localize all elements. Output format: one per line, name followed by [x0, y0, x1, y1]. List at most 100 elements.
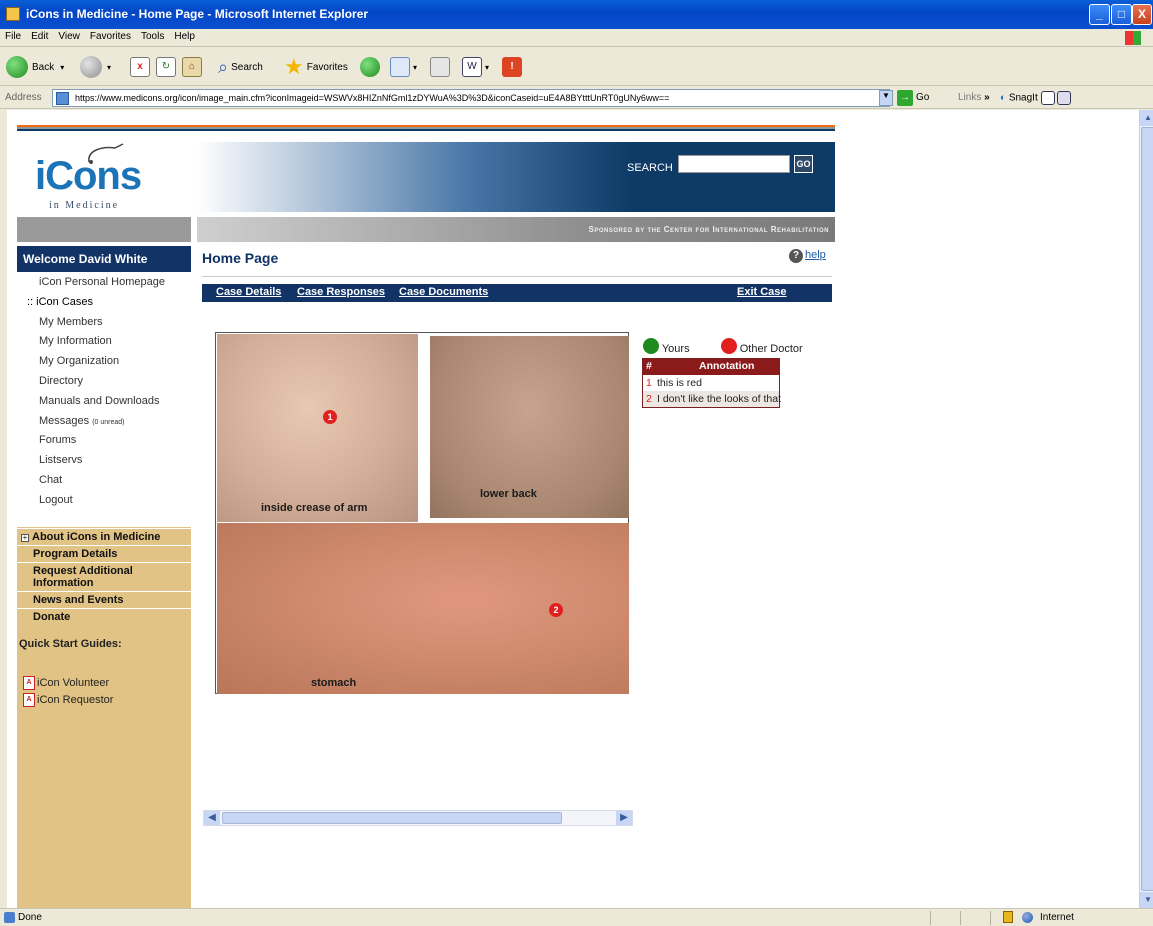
menu-edit[interactable]: Edit: [26, 29, 53, 44]
links-label[interactable]: Links »: [958, 92, 990, 103]
scroll-down-icon[interactable]: ▼: [1140, 892, 1153, 908]
history-button[interactable]: [360, 54, 380, 80]
sidebar-section-donate[interactable]: Donate: [17, 608, 191, 625]
print-button[interactable]: [430, 54, 450, 80]
annotation-marker-2[interactable]: 2: [549, 603, 563, 617]
close-button[interactable]: X: [1132, 4, 1152, 25]
forward-button[interactable]: ▾: [80, 54, 111, 80]
sidebar-section-request-info[interactable]: Request Additional Information: [17, 562, 191, 591]
sidebar-item-my-organization[interactable]: My Organization: [17, 355, 191, 375]
dropdown-arrow-icon[interactable]: ▾: [413, 63, 417, 72]
snagit-button[interactable]: ◐ SnagIt: [1000, 91, 1072, 105]
expand-icon[interactable]: +: [21, 534, 29, 542]
icons-logo[interactable]: iCons in Medicine: [35, 143, 175, 212]
discuss-button[interactable]: !: [502, 54, 522, 80]
dropdown-arrow-icon[interactable]: ▾: [485, 63, 489, 72]
maximize-button[interactable]: □: [1111, 4, 1132, 25]
scroll-up-icon[interactable]: ▲: [1140, 110, 1153, 126]
sidebar-nav: iCon Personal Homepage :: iCon Cases My …: [17, 272, 191, 527]
menu-tools[interactable]: Tools: [136, 29, 169, 44]
scroll-right-icon[interactable]: ▶: [616, 811, 632, 825]
table-row[interactable]: 2 I don't like the looks of that: [643, 391, 781, 407]
annotation-table: # Annotation 1 this is red 2 I don't lik…: [642, 358, 781, 408]
help-link[interactable]: ? help: [789, 249, 826, 263]
photo-arm[interactable]: 1 inside crease of arm: [217, 334, 418, 522]
sidebar-section-about[interactable]: + About iCons in Medicine: [17, 528, 191, 545]
snagit-label: SnagIt: [1008, 92, 1038, 104]
case-responses-link[interactable]: Case Responses: [297, 286, 385, 298]
minimize-button[interactable]: _: [1089, 4, 1110, 25]
window-title-bar[interactable]: iCons in Medicine - Home Page - Microsof…: [0, 0, 1153, 29]
annotation-marker-1[interactable]: 1: [323, 410, 337, 424]
sidebar-section-news-events[interactable]: News and Events: [17, 591, 191, 608]
alert-icon: !: [502, 57, 522, 77]
magnifier-icon: ⌕: [218, 56, 229, 77]
mail-button[interactable]: ▾: [390, 54, 417, 80]
home-icon: ⌂: [182, 57, 202, 77]
dropdown-arrow-icon[interactable]: ▾: [60, 63, 64, 72]
scroll-left-icon[interactable]: ◀: [204, 811, 220, 825]
page-vertical-scrollbar[interactable]: ▲ ▼: [1139, 110, 1153, 908]
messages-label: Messages: [39, 414, 90, 427]
sidebar-item-listservs[interactable]: Listservs: [17, 454, 191, 474]
header-stripe: [17, 125, 835, 131]
menu-file[interactable]: File: [0, 29, 26, 44]
sidebar-item-logout[interactable]: Logout: [17, 494, 191, 514]
exit-case-link[interactable]: Exit Case: [737, 286, 787, 298]
images-horizontal-scrollbar[interactable]: ◀ ▶: [203, 810, 633, 826]
address-input[interactable]: https://www.medicons.org/icon/image_main…: [52, 89, 890, 107]
menu-favorites[interactable]: Favorites: [85, 29, 136, 44]
dropdown-arrow-icon[interactable]: ▾: [107, 63, 111, 72]
sidebar-item-forums[interactable]: Forums: [17, 434, 191, 454]
photo-back[interactable]: lower back: [430, 336, 629, 518]
sidebar-item-chat[interactable]: Chat: [17, 474, 191, 494]
sidebar-header-bar: [17, 217, 191, 242]
snagit-capture-icon[interactable]: [1057, 91, 1072, 105]
address-label: Address: [5, 92, 42, 103]
case-documents-link[interactable]: Case Documents: [399, 286, 488, 298]
address-dropdown-button[interactable]: ▼: [879, 90, 893, 106]
site-search-go-button[interactable]: GO: [794, 155, 813, 173]
status-bar: Done Internet: [0, 908, 1153, 926]
photo-back-caption: lower back: [480, 488, 537, 500]
title-divider: [202, 276, 832, 277]
stop-button[interactable]: x: [130, 54, 150, 80]
scroll-thumb[interactable]: [222, 812, 562, 824]
links-chevron-icon[interactable]: »: [984, 92, 990, 103]
print-icon: [430, 57, 450, 77]
vertical-scroll-thumb[interactable]: [1141, 127, 1153, 891]
sidebar-item-messages[interactable]: Messages (0 unread): [17, 415, 191, 435]
sidebar-item-personal-homepage[interactable]: iCon Personal Homepage: [17, 276, 191, 296]
status-divider: [990, 911, 991, 925]
legend-other-doctor: Other Doctor: [739, 343, 803, 355]
favorites-button[interactable]: ★ Favorites: [284, 54, 348, 80]
back-arrow-icon: [6, 56, 28, 78]
logo-text: iCons: [35, 154, 142, 198]
photo-stomach[interactable]: 2 stomach: [217, 523, 629, 694]
snagit-window-icon[interactable]: [1040, 91, 1055, 105]
quick-start-volunteer-link[interactable]: AiCon Volunteer: [23, 676, 109, 690]
pdf-icon: A: [23, 676, 35, 690]
sidebar-section-program-details[interactable]: Program Details: [17, 545, 191, 562]
menu-help[interactable]: Help: [169, 29, 200, 44]
sidebar-item-directory[interactable]: Directory: [17, 375, 191, 395]
search-button[interactable]: ⌕ Search: [218, 54, 263, 80]
refresh-button[interactable]: ↻: [156, 54, 176, 80]
case-details-link[interactable]: Case Details: [216, 286, 281, 298]
menu-view[interactable]: View: [53, 29, 85, 44]
go-button[interactable]: → Go: [897, 90, 929, 106]
sidebar-item-icon-cases[interactable]: :: iCon Cases: [17, 296, 191, 316]
ssl-lock-icon[interactable]: [1003, 911, 1013, 923]
back-button[interactable]: Back ▾: [6, 54, 64, 80]
quick-start-requestor-link[interactable]: AiCon Requestor: [23, 693, 113, 707]
sidebar-item-my-members[interactable]: My Members: [17, 316, 191, 336]
status-divider: [930, 911, 931, 925]
home-button[interactable]: ⌂: [182, 54, 202, 80]
site-search-input[interactable]: [678, 155, 790, 173]
security-zone-label: Internet: [1040, 912, 1074, 923]
sidebar-item-my-information[interactable]: My Information: [17, 335, 191, 355]
page-title: Home Page: [202, 250, 279, 266]
sidebar-item-manuals[interactable]: Manuals and Downloads: [17, 395, 191, 415]
edit-word-button[interactable]: W ▾: [462, 54, 489, 80]
table-row[interactable]: 1 this is red: [643, 375, 779, 391]
